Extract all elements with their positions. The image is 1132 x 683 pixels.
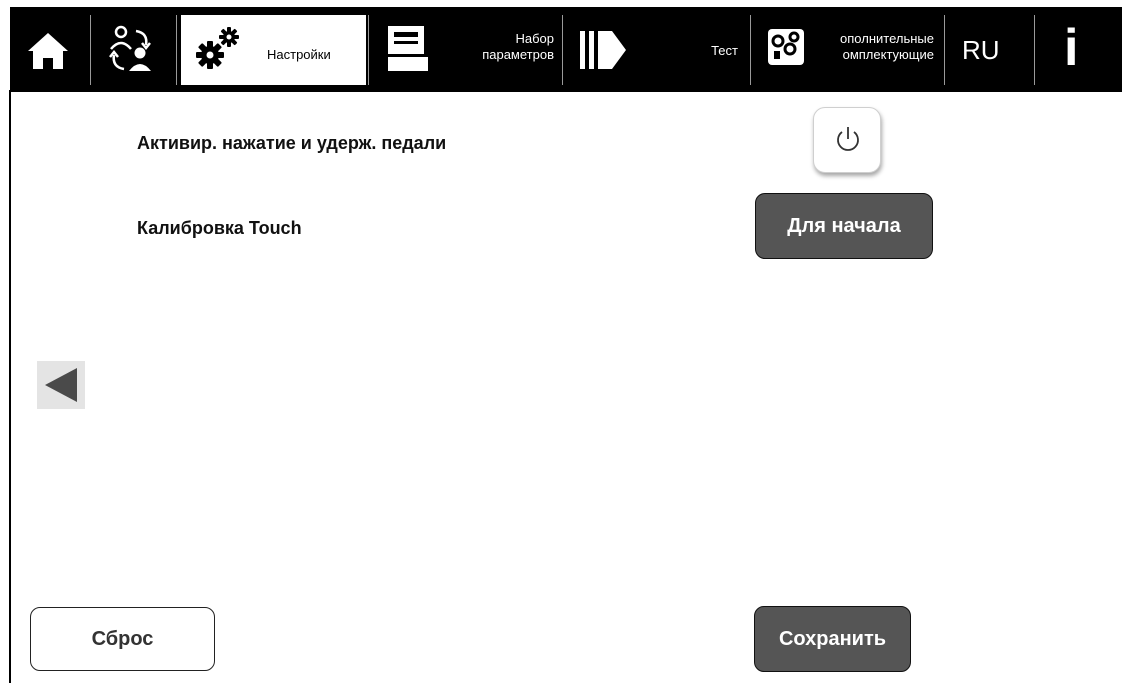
play-arrow-icon — [580, 31, 626, 69]
pedal-hold-label: Активир. нажатие и удерж. педали — [137, 133, 447, 153]
user-swap-icon — [109, 25, 151, 71]
monitor-icon — [388, 26, 428, 71]
tab-parameter-set-line2: параметров — [482, 47, 554, 62]
tab-settings[interactable]: Настройки — [181, 15, 366, 85]
pedal-hold-toggle[interactable] — [813, 107, 881, 173]
tab-accessories-line1: ополнительные — [840, 31, 934, 46]
save-button[interactable]: Сохранить — [754, 606, 911, 672]
start-calibration-button[interactable]: Для начала — [755, 193, 933, 259]
reset-button[interactable]: Сброс — [30, 607, 215, 671]
tab-accessories[interactable]: ополнительные омплектующие — [752, 7, 942, 92]
tab-parameter-set-line1: Набор — [515, 31, 554, 46]
arrow-left-icon — [45, 368, 77, 402]
accessories-icon — [768, 29, 804, 65]
tab-parameter-set-label: Набор параметров — [482, 31, 554, 63]
info-icon: i — [1064, 19, 1079, 77]
gears-icon — [196, 27, 239, 69]
left-border — [9, 90, 11, 683]
tab-accessories-line2: омплектующие — [842, 47, 934, 62]
touch-calibration-label: Калибровка Touch — [137, 218, 302, 238]
tab-settings-label: Настройки — [267, 47, 331, 62]
tab-test[interactable]: Тест — [564, 7, 748, 92]
nav-users[interactable] — [92, 7, 174, 92]
tab-parameter-set[interactable]: Набор параметров — [370, 7, 560, 92]
app: Настройки Набор параметров Тест ополните… — [0, 0, 1132, 683]
tab-test-label: Тест — [711, 43, 738, 58]
language-label: RU — [962, 35, 1000, 65]
top-navigation-bar: Настройки Набор параметров Тест ополните… — [10, 7, 1122, 92]
back-button[interactable] — [37, 361, 85, 409]
nav-home[interactable] — [10, 7, 85, 92]
language-selector[interactable]: RU — [946, 7, 1032, 92]
tab-accessories-label: ополнительные омплектующие — [840, 31, 934, 63]
info-button[interactable]: i — [1036, 7, 1122, 92]
home-icon — [28, 33, 68, 69]
power-icon — [837, 127, 859, 151]
